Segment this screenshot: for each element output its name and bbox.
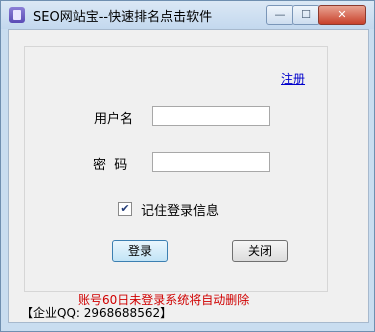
password-label: 密 码 [93, 158, 128, 173]
company-qq-footer: 【企业QQ: 2968688562】 [21, 306, 173, 320]
close-window-button[interactable]: ✕ [318, 5, 366, 25]
minimize-button[interactable]: — [266, 5, 294, 25]
client-area: 注册 用户名 密 码 ✔ 记住登录信息 登录 关闭 账号60日未登录系统将自动删… [8, 29, 369, 323]
app-logo-icon [9, 7, 25, 23]
register-link[interactable]: 注册 [281, 70, 305, 87]
login-panel: 注册 用户名 密 码 ✔ 记住登录信息 登录 关闭 账号60日未登录系统将自动删… [24, 46, 328, 307]
maximize-button[interactable]: ☐ [292, 5, 320, 25]
title-bar[interactable]: SEO网站宝--快速排名点击软件 — ☐ ✕ [1, 1, 374, 29]
remember-label[interactable]: 记住登录信息 [141, 200, 219, 219]
login-window: SEO网站宝--快速排名点击软件 — ☐ ✕ 注册 用户名 密 码 ✔ 记住登录… [0, 0, 375, 332]
username-input[interactable] [152, 106, 270, 126]
login-button[interactable]: 登录 [112, 240, 168, 262]
checkmark-icon: ✔ [120, 202, 130, 215]
username-label: 用户名 [94, 112, 134, 127]
password-input[interactable] [152, 152, 270, 172]
remember-checkbox[interactable]: ✔ [118, 202, 132, 216]
window-title: SEO网站宝--快速排名点击软件 [33, 10, 213, 25]
close-button[interactable]: 关闭 [232, 240, 288, 262]
